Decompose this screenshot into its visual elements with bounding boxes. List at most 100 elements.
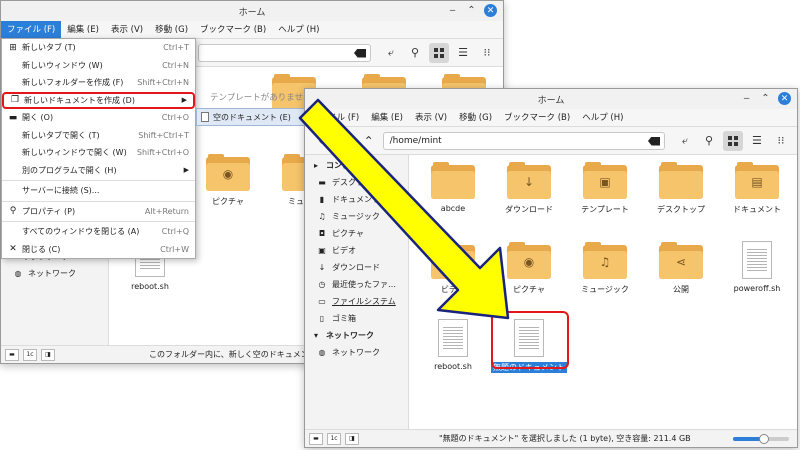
status-text: このフォルダー内に、新しく空のドキュメント… [149, 350, 325, 359]
sidebar-item-trash[interactable]: ▯ ゴミ箱 [305, 310, 408, 327]
menu-go[interactable]: 移動 (G) [453, 109, 498, 127]
menu-connect-server[interactable]: サーバーに接続 (S)... [2, 182, 195, 200]
file-item-abcde[interactable]: abcde [418, 162, 488, 213]
menu-separator [2, 180, 195, 181]
folder-icon: ▣ [583, 162, 627, 199]
template-icon: ▣ [599, 175, 611, 189]
download-icon: ↓ [523, 175, 535, 189]
menu-edit[interactable]: 編集 (E) [61, 21, 105, 39]
back-window-titlebar[interactable]: ホーム ‒ ⌃ ✕ [1, 1, 503, 21]
show-places-icon[interactable]: ▬ [309, 432, 323, 445]
sidebar-item-downloads[interactable]: ↓ ダウンロード [305, 259, 408, 276]
menu-new-document[interactable]: ❐ 新しいドキュメントを作成 (D) ▶ [2, 91, 195, 109]
submenu-empty-document[interactable]: 空のドキュメント (E) [196, 108, 306, 126]
menu-go[interactable]: 移動 (G) [149, 21, 194, 39]
sidebar-item-network[interactable]: ◍ ネットワーク [305, 344, 408, 361]
search-icon[interactable]: ⚲ [405, 43, 425, 63]
clear-path-icon[interactable] [647, 136, 660, 146]
compact-view-icon[interactable]: ⁝⁝ [477, 43, 497, 63]
zoom-slider[interactable] [733, 434, 789, 444]
front-sidebar: ▸ コンピューター ▬ デスクトップ ▮ ドキュメント ♫ ミュージック ◘ ピクチャ ▣… [305, 155, 409, 431]
sidebar-item-desktop[interactable]: ▬ デスクトップ [305, 174, 408, 191]
hide-sidebar-icon[interactable]: ◨ [345, 432, 359, 445]
icon-view-icon[interactable] [429, 42, 449, 63]
show-places-icon[interactable]: ▬ [5, 348, 19, 361]
file-item-templates[interactable]: ▣ テンプレート [570, 162, 640, 215]
folder-icon: ↓ [507, 162, 551, 199]
sidebar-item-network[interactable]: ◍ ネットワーク [1, 265, 108, 282]
folder-icon [659, 162, 703, 199]
zoom-slider-handle[interactable] [758, 434, 769, 444]
file-item-videos[interactable]: ▦ ビデオ [418, 242, 488, 295]
sidebar-network-header[interactable]: ▾ネットワーク [305, 327, 408, 344]
minimize-icon[interactable]: ‒ [446, 4, 459, 17]
file-item-pictures[interactable]: ◉ ピクチャ [193, 154, 263, 207]
file-item-public[interactable]: ⋖ 公開 [646, 242, 716, 295]
menu-separator [2, 221, 195, 222]
sidebar-item-recent[interactable]: ◷ 最近使ったファ… [305, 276, 408, 293]
forward-arrow-icon[interactable]: › [335, 131, 355, 151]
menu-properties[interactable]: ⚲ プロパティ (P) Alt+Return [2, 203, 195, 221]
file-item-reboot[interactable]: reboot.sh [418, 319, 488, 371]
sidebar-item-documents[interactable]: ▮ ドキュメント [305, 191, 408, 208]
menu-view[interactable]: 表示 (V) [105, 21, 149, 39]
close-icon[interactable]: ✕ [778, 92, 791, 105]
maximize-icon[interactable]: ⌃ [759, 92, 772, 105]
menu-close[interactable]: ✕ 閉じる (C) Ctrl+W [2, 241, 195, 259]
back-arrow-icon[interactable]: ‹ [311, 131, 331, 151]
show-tree-icon[interactable]: 1c [327, 432, 341, 445]
sidebar-item-pictures[interactable]: ◘ ピクチャ [305, 225, 408, 242]
list-view-icon[interactable]: ☰ [747, 131, 767, 151]
path-text: /home/mint [389, 135, 442, 146]
close-icon[interactable]: ✕ [484, 4, 497, 17]
up-arrow-icon[interactable]: ⌃ [359, 131, 379, 151]
menu-new-window[interactable]: 新しいウィンドウ (W) Ctrl+N [2, 57, 195, 75]
menu-open-new-window[interactable]: 新しいウィンドウで開く (W) Shift+Ctrl+O [2, 144, 195, 162]
sidebar-item-music[interactable]: ♫ ミュージック [305, 208, 408, 225]
menu-close-all[interactable]: すべてのウィンドウを閉じる (A) Ctrl+Q [2, 223, 195, 241]
menu-new-folder[interactable]: 新しいフォルダーを作成 (F) Shift+Ctrl+N [2, 74, 195, 92]
sidebar-item-videos[interactable]: ▣ ビデオ [305, 242, 408, 259]
list-view-icon[interactable]: ☰ [453, 43, 473, 63]
file-item-downloads[interactable]: ↓ ダウンロード [494, 162, 564, 215]
menu-help[interactable]: ヘルプ (H) [576, 109, 629, 127]
folder-icon: ◉ [206, 154, 250, 191]
search-icon[interactable]: ⚲ [699, 131, 719, 151]
share-icon: ⋖ [675, 255, 687, 269]
menu-view[interactable]: 表示 (V) [409, 109, 453, 127]
file-item-desktop[interactable]: デスクトップ [646, 162, 716, 215]
menu-new-tab[interactable]: ⊞ 新しいタブ (T) Ctrl+T [2, 39, 195, 57]
open-terminal-icon[interactable]: ⤶ [675, 131, 695, 151]
camera-icon: ◉ [222, 167, 234, 181]
icon-view-icon[interactable] [722, 130, 743, 151]
menu-bookmarks[interactable]: ブックマーク (B) [194, 21, 272, 39]
menu-edit[interactable]: 編集 (E) [365, 109, 409, 127]
file-item-music[interactable]: ♫ ミュージック [570, 242, 640, 295]
menu-bookmarks[interactable]: ブックマーク (B) [498, 109, 576, 127]
file-item-documents[interactable]: ▤ ドキュメント [722, 162, 792, 215]
sidebar-computer-header[interactable]: ▸ コンピューター [305, 157, 408, 174]
menu-file[interactable]: ファイル (F) [1, 20, 62, 39]
close-icon: ✕ [9, 244, 17, 255]
menu-open[interactable]: ▬ 開く (O) Ctrl+O [2, 109, 195, 127]
properties-icon: ⚲ [9, 206, 17, 217]
minimize-icon[interactable]: ‒ [740, 92, 753, 105]
path-bar[interactable]: /home/mint [382, 131, 665, 150]
file-item-poweroff[interactable]: poweroff.sh [722, 241, 792, 293]
compact-view-icon[interactable]: ⁝⁝ [771, 131, 791, 151]
file-item-pictures[interactable]: ◉ ピクチャ [494, 242, 564, 295]
clear-path-icon[interactable] [354, 48, 366, 58]
menu-open-with[interactable]: 別のプログラムで開く (H) ▶ [2, 162, 195, 180]
menu-file[interactable]: ファイル (F) [305, 109, 365, 127]
show-tree-icon[interactable]: 1c [23, 348, 37, 361]
front-window-titlebar[interactable]: ホーム ‒ ⌃ ✕ [305, 89, 797, 109]
menu-help[interactable]: ヘルプ (H) [272, 21, 325, 39]
document-icon [201, 112, 209, 122]
hide-sidebar-icon[interactable]: ◨ [41, 348, 55, 361]
maximize-icon[interactable]: ⌃ [465, 4, 478, 17]
menu-open-new-tab[interactable]: 新しいタブで開く (T) Shift+Ctrl+T [2, 127, 195, 145]
folder-icon: ⋖ [659, 242, 703, 279]
back-path-bar[interactable] [197, 43, 371, 62]
sidebar-item-filesystem[interactable]: ▭ ファイルシステム [305, 293, 408, 310]
open-terminal-icon[interactable]: ⤶ [381, 43, 401, 63]
